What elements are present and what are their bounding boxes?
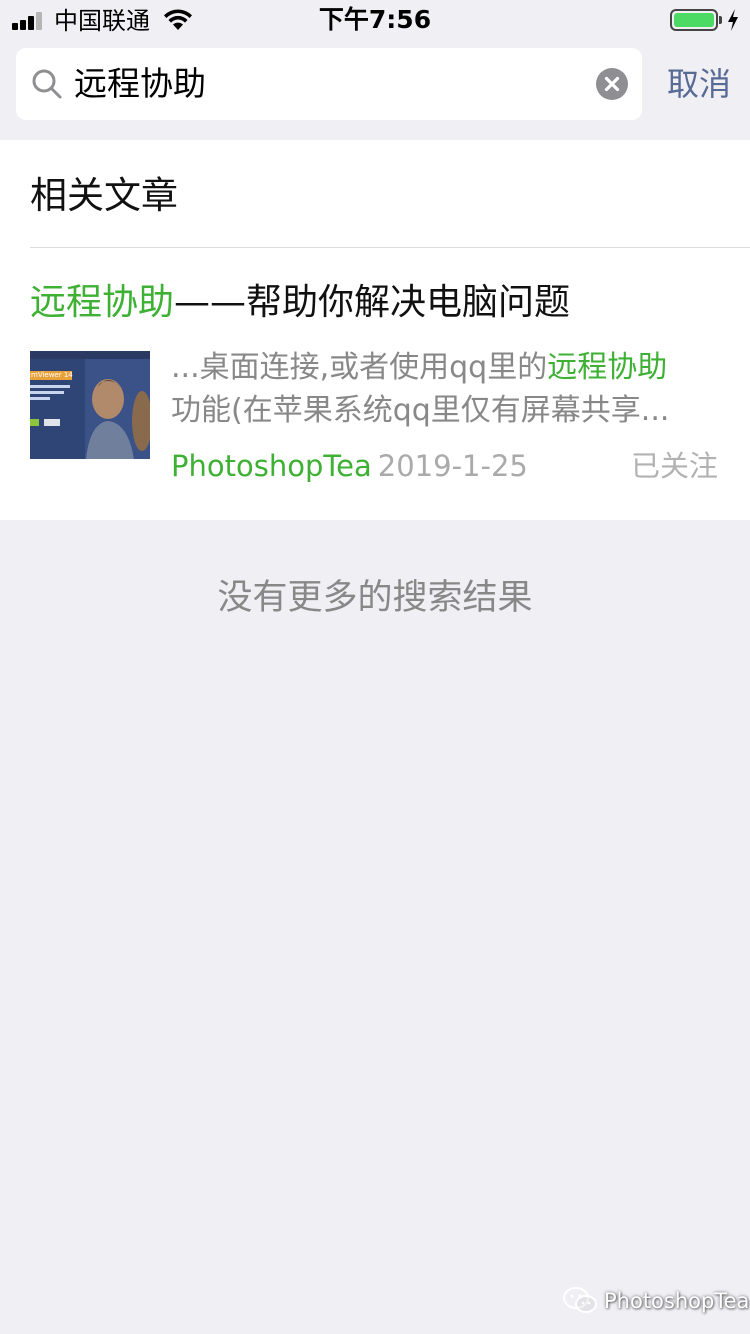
article-title[interactable]: 远程协助——帮助你解决电脑问题 — [30, 278, 570, 328]
article-result[interactable]: 远程协助——帮助你解决电脑问题 mViewer 14 ...桌面连接,或者使用q… — [0, 248, 750, 520]
description-line-2: 功能(在苹果系统qq里仅有屏幕共享... — [171, 393, 670, 428]
status-time: 下午7:56 — [318, 5, 432, 34]
thumbnail-caption: mViewer 14 — [31, 371, 73, 379]
search-results: 相关文章 远程协助——帮助你解决电脑问题 mViewer 14 ...桌面连接,… — [0, 140, 750, 520]
battery-icon — [670, 9, 718, 31]
follow-status: 已关注 — [630, 449, 718, 483]
no-more-results-text: 没有更多的搜索结果 — [217, 578, 533, 618]
description-line-1-prefix: ...桌面连接,或者使用qq里的 — [171, 350, 548, 385]
article-source[interactable]: PhotoshopTea — [171, 449, 372, 483]
search-bar[interactable]: 远程协助 — [16, 48, 642, 120]
article-description: ...桌面连接,或者使用qq里的远程协助 功能(在苹果系统qq里仅有屏幕共享..… — [171, 346, 721, 432]
search-input[interactable]: 远程协助 — [74, 48, 206, 120]
article-thumbnail[interactable]: mViewer 14 — [30, 351, 150, 466]
article-title-rest: ——帮助你解决电脑问题 — [174, 282, 571, 323]
article-date: 2019-1-25 — [377, 449, 528, 483]
article-title-highlight: 远程协助 — [30, 282, 175, 323]
battery-nub — [719, 16, 722, 24]
watermark-text: PhotoshopTea — [604, 1289, 750, 1313]
clear-search-icon[interactable] — [596, 68, 628, 100]
description-line-1: ...桌面连接,或者使用qq里的远程协助 — [171, 346, 721, 389]
status-bar: 中国联通 下午7:56 — [0, 0, 750, 40]
section-title: 相关文章 — [30, 174, 178, 217]
description-highlight: 远程协助 — [547, 350, 668, 385]
search-icon — [32, 69, 62, 99]
wechat-icon — [563, 1287, 597, 1313]
article-source-line: PhotoshopTea 2019-1-25 — [171, 446, 528, 486]
charging-bolt-icon — [728, 9, 738, 31]
cancel-button[interactable]: 取消 — [664, 50, 734, 118]
